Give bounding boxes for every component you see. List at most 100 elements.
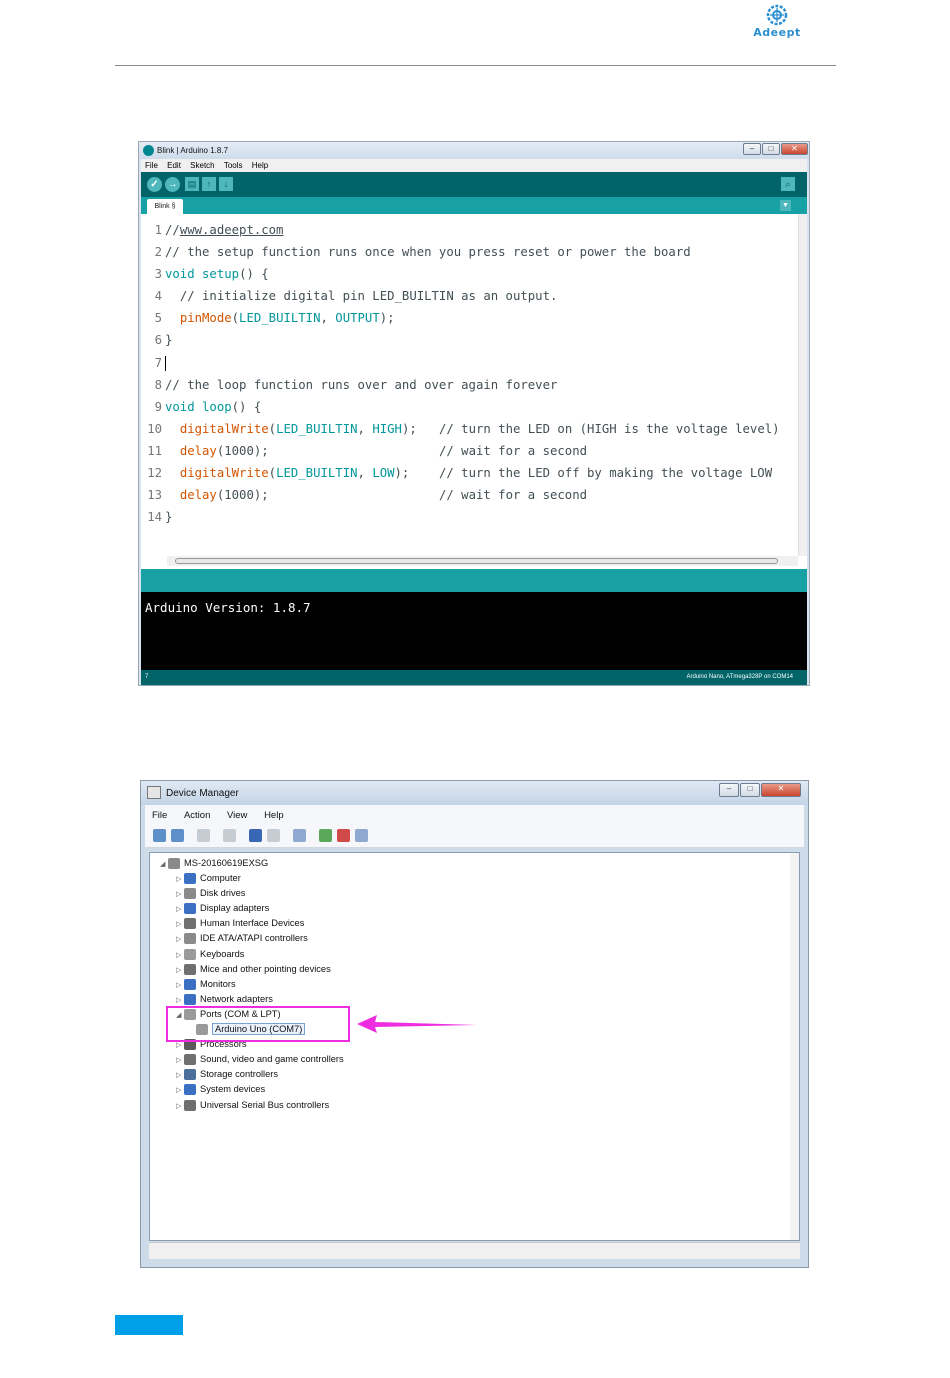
view-icon[interactable] [267,829,280,842]
serial-monitor-icon[interactable]: ⌕ [781,177,795,191]
dm-menu-file[interactable]: File [152,810,167,821]
tree-category-label: Computer [200,873,241,883]
tree-category[interactable]: ▷ Computer [176,871,241,885]
dm-maximize-button[interactable]: □ [740,783,760,797]
editor-vertical-scrollbar[interactable] [798,214,807,556]
code-line-text: } [165,333,173,348]
code-line-text: void loop() { [165,399,262,414]
code-text[interactable]: 1//www.adeept.com 2// the setup function … [145,219,780,528]
uninstall-icon[interactable] [337,829,350,842]
collapse-arrow-icon[interactable]: ◢ [160,858,168,872]
code-line[interactable]: 5 pinMode(LED_BUILTIN, OUTPUT); [145,307,780,329]
code-editor[interactable]: 1//www.adeept.com 2// the setup function … [141,214,807,569]
editor-horizontal-scrollbar[interactable] [167,556,798,566]
expand-arrow-icon[interactable]: ▷ [176,918,184,932]
line-number: 14 [147,510,162,525]
line-number: 4 [154,289,162,304]
code-line[interactable]: 11 delay(1000); // wait for a second [145,440,780,462]
menu-tools[interactable]: Tools [224,161,243,170]
line-number: 9 [154,399,162,414]
menu-file[interactable]: File [145,161,158,170]
expand-arrow-icon[interactable]: ▷ [176,979,184,993]
code-line-text: digitalWrite(LED_BUILTIN, LOW); // turn … [179,466,773,481]
expand-arrow-icon[interactable]: ▷ [176,1054,184,1068]
menu-sketch[interactable]: Sketch [190,161,214,170]
tree-vertical-scrollbar[interactable] [790,853,799,1240]
tree-category[interactable]: ▷ Human Interface Devices [176,916,304,930]
dm-menu-help[interactable]: Help [264,810,284,821]
expand-arrow-icon[interactable]: ▷ [176,903,184,917]
tree-category[interactable]: ▷ Keyboards [176,947,244,961]
code-line[interactable]: 2// the setup function runs once when yo… [145,241,780,263]
code-line[interactable]: 6} [145,329,780,351]
save-sketch-icon[interactable]: ↓ [219,177,233,191]
tree-category[interactable]: ▷ IDE ATA/ATAPI controllers [176,931,308,945]
help-icon[interactable] [249,829,262,842]
tree-category-label: System devices [200,1084,266,1095]
code-line[interactable]: 13 delay(1000); // wait for a second [145,484,780,506]
expand-arrow-icon[interactable]: ▷ [176,888,184,902]
menu-edit[interactable]: Edit [167,161,181,170]
tree-category[interactable]: ▷ Mice and other pointing devices [176,962,331,976]
scan-hardware-icon[interactable] [293,829,306,842]
tree-category-label: Monitors [200,978,236,989]
minimize-button[interactable]: – [743,143,761,155]
tree-category[interactable]: ▷ Monitors [176,977,236,991]
code-line[interactable]: 1//www.adeept.com [145,219,780,241]
properties-icon[interactable] [223,829,236,842]
tab-menu-icon[interactable]: ▼ [780,200,791,211]
dm-close-button[interactable]: ✕ [761,783,801,797]
verify-icon[interactable]: ✓ [147,177,162,192]
tree-category[interactable]: ▷ Disk drives [176,886,245,900]
show-hide-tree-icon[interactable] [197,829,210,842]
dm-minimize-button[interactable]: – [719,783,739,797]
expand-arrow-icon[interactable]: ▷ [176,1100,184,1114]
close-button[interactable]: ✕ [781,143,808,155]
arduino-toolbar: ✓ → ▤ ↑ ↓ ⌕ [141,172,807,197]
back-icon[interactable] [153,829,166,842]
code-line[interactable]: 4 // initialize digital pin LED_BUILTIN … [145,285,780,307]
code-line[interactable]: 9 void loop() { [145,396,780,418]
disable-icon[interactable] [355,829,368,842]
tree-category[interactable]: ▷ Universal Serial Bus controllers [176,1098,329,1112]
forward-icon[interactable] [171,829,184,842]
arduino-window-controls: – □ ✕ [742,143,808,155]
maximize-button[interactable]: □ [762,143,780,155]
tree-category[interactable]: ▷ Network adapters [176,992,273,1006]
dm-menu-view[interactable]: View [227,810,247,821]
code-line[interactable]: 12 digitalWrite(LED_BUILTIN, LOW); // tu… [145,462,780,484]
expand-arrow-icon[interactable]: ▷ [176,1084,184,1098]
expand-arrow-icon[interactable]: ▷ [176,933,184,947]
scrollbar-thumb[interactable] [175,558,778,564]
tree-category[interactable]: ▷ Sound, video and game controllers [176,1052,344,1066]
line-number: 11 [147,443,162,458]
expand-arrow-icon[interactable]: ▷ [176,949,184,963]
device-manager-titlebar: Device Manager – □ ✕ [141,781,808,805]
upload-icon[interactable]: → [165,177,180,192]
dm-menu-action[interactable]: Action [184,810,210,821]
new-sketch-icon[interactable]: ▤ [185,177,199,191]
code-line[interactable]: 7 [145,352,780,374]
code-line-text: delay(1000); // wait for a second [179,488,588,503]
tree-category-label: Storage controllers [200,1069,279,1080]
expand-arrow-icon[interactable]: ▷ [176,964,184,978]
open-sketch-icon[interactable]: ↑ [202,177,216,191]
adeept-gear-icon [766,4,788,26]
device-tree[interactable]: ◢ MS-20160619EXSG ▷ Computer ▷ Disk drives ▷ D… [149,852,800,1241]
update-driver-icon[interactable] [319,829,332,842]
code-line[interactable]: 8// the loop function runs over and over… [145,374,780,396]
expand-arrow-icon[interactable]: ▷ [176,873,184,887]
code-line[interactable]: 14} [145,506,780,528]
expand-arrow-icon[interactable]: ▷ [176,1069,184,1083]
code-line[interactable]: 3 void setup() { [145,263,780,285]
tree-category[interactable]: ▷ Display adapters [176,901,269,915]
tree-category[interactable]: ▷ System devices [176,1082,265,1096]
hid-icon [184,918,196,930]
code-line[interactable]: 10 digitalWrite(LED_BUILTIN, HIGH); // t… [145,418,779,440]
tree-category[interactable]: ▷ Storage controllers [176,1067,278,1081]
footer-line-number: 7 [145,674,149,680]
menu-help[interactable]: Help [252,161,268,170]
page-footer-bar [115,1315,183,1335]
tree-root[interactable]: ◢ MS-20160619EXSG [160,856,268,870]
tab-blink[interactable]: Blink § [147,199,183,214]
